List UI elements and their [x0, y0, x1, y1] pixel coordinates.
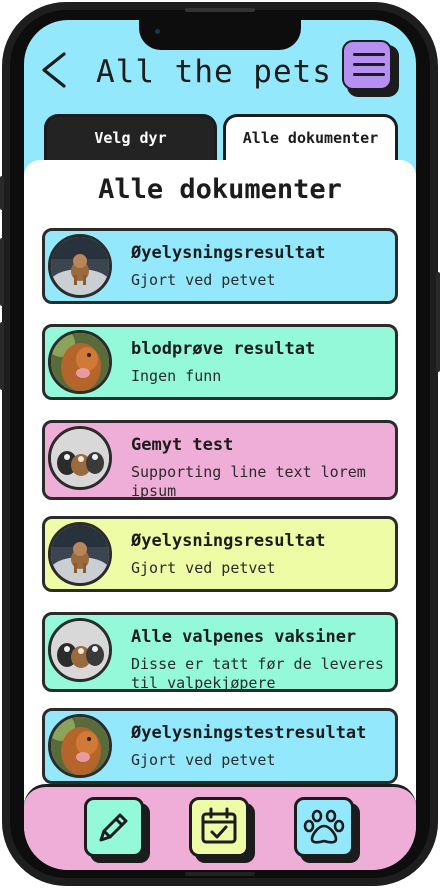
- document-card[interactable]: blodprøve resultat Ingen funn: [42, 324, 398, 400]
- document-card[interactable]: Øyelysningsresultat Gjort ved petvet: [42, 516, 398, 592]
- calendar-check-icon: [201, 807, 237, 844]
- side-button: [0, 176, 4, 210]
- app-screen: All the pets Velg dyr Alle dokumenter Al…: [24, 20, 416, 870]
- document-subtitle: Gjort ved petvet: [131, 559, 276, 577]
- home-indicator: [185, 872, 255, 876]
- menu-button[interactable]: [342, 40, 399, 97]
- document-title: Øyelysningsresultat: [131, 531, 326, 551]
- document-card[interactable]: Øyelysningstestresultat Gjort ved petvet: [42, 708, 398, 784]
- tab-alle-dokumenter[interactable]: Alle dokumenter: [223, 114, 398, 166]
- paw-icon: [303, 809, 345, 844]
- camera-dot: [155, 29, 160, 34]
- document-title: blodprøve resultat: [131, 339, 316, 359]
- document-card[interactable]: Øyelysningsresultat Gjort ved petvet: [42, 228, 398, 304]
- nav-edit-button[interactable]: [84, 797, 150, 863]
- hamburger-icon[interactable]: [342, 40, 392, 90]
- document-card[interactable]: Alle valpenes vaksiner Disse er tatt før…: [42, 612, 398, 692]
- hamburger-bar: [353, 53, 385, 56]
- phone-speaker: [185, 8, 255, 12]
- puppies-group-photo: [48, 618, 112, 682]
- puppy-running-photo: [48, 522, 112, 586]
- nav-pets-button[interactable]: [294, 797, 360, 863]
- document-title: Øyelysningstestresultat: [131, 723, 367, 743]
- tab-velg-dyr[interactable]: Velg dyr: [44, 114, 217, 166]
- document-subtitle: Ingen funn: [131, 367, 222, 385]
- document-card[interactable]: Gemyt test Supporting line text lorem ip…: [42, 420, 398, 500]
- bottom-nav: [24, 784, 416, 870]
- hamburger-bar: [353, 63, 385, 66]
- dog-portrait-photo: [48, 714, 112, 778]
- dog-portrait-photo: [48, 330, 112, 394]
- side-button: [0, 322, 4, 390]
- document-subtitle: Gjort ved petvet: [131, 271, 276, 289]
- puppies-group-photo: [48, 426, 112, 490]
- nav-calendar-button[interactable]: [189, 797, 255, 863]
- document-subtitle: Gjort ved petvet: [131, 751, 276, 769]
- document-subtitle: Supporting line text lorem ipsum: [131, 463, 366, 500]
- side-button: [436, 272, 440, 372]
- document-title: Gemyt test: [131, 435, 234, 455]
- document-subtitle: Disse er tatt før de leveres til valpekj…: [131, 655, 384, 692]
- hamburger-bar: [353, 73, 385, 76]
- document-title: Øyelysningsresultat: [131, 243, 326, 263]
- pencil-icon: [99, 813, 128, 842]
- puppy-running-photo: [48, 234, 112, 298]
- page-title: All the pets: [96, 54, 332, 90]
- phone-notch: [139, 20, 301, 50]
- back-icon[interactable]: [36, 48, 72, 92]
- document-title: Alle valpenes vaksiner: [131, 627, 357, 647]
- panel-title: Alle dokumenter: [98, 174, 342, 205]
- side-button: [0, 238, 4, 306]
